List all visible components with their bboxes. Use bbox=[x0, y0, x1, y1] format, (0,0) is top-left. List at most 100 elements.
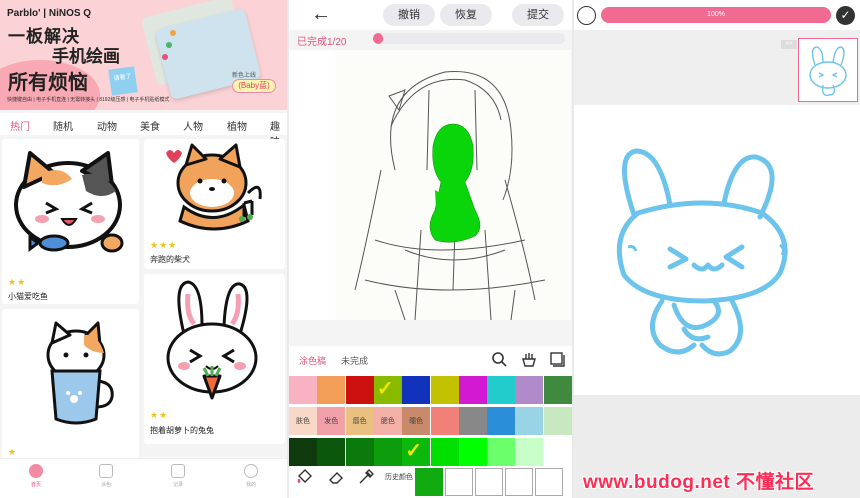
nav-coloring[interactable]: 涂色 bbox=[86, 464, 126, 488]
reference-toggle[interactable]: >> bbox=[781, 40, 797, 49]
color-swatch[interactable]: ✓ bbox=[373, 376, 402, 404]
color-swatch[interactable] bbox=[373, 438, 402, 466]
color-swatch[interactable] bbox=[543, 407, 572, 435]
category-tabs: 热门 随机 动物 美食 人物 植物 趣味 bbox=[0, 113, 287, 148]
swatch-label: 腮色 bbox=[380, 418, 395, 425]
card-caption: 抱着胡萝卜的兔兔 bbox=[150, 426, 214, 435]
drawing-canvas[interactable] bbox=[289, 50, 571, 321]
banner-features: 快捷键自由 | 电子手机直连 | 无需转接头 | 8192级压感 | 电子手机贴… bbox=[7, 97, 170, 103]
color-swatch[interactable] bbox=[543, 376, 572, 404]
nav-label: 涂色 bbox=[100, 482, 111, 488]
color-swatch[interactable] bbox=[458, 376, 487, 404]
color-swatch[interactable] bbox=[458, 407, 487, 435]
tab-random[interactable]: 随机 bbox=[53, 118, 73, 133]
fill-tool[interactable] bbox=[293, 466, 315, 488]
color-swatch[interactable] bbox=[430, 407, 459, 435]
tab-coloring-drafts[interactable]: 涂色稿 bbox=[299, 354, 326, 367]
bunny-illustration bbox=[166, 280, 258, 400]
home-icon bbox=[29, 464, 43, 478]
history-swatch[interactable] bbox=[475, 468, 503, 496]
color-swatch[interactable]: 瞳色 bbox=[402, 407, 431, 435]
card-caption: 小猫爱吃鱼 bbox=[8, 292, 48, 301]
banner-headline-3: 所有烦恼 bbox=[8, 72, 88, 94]
color-swatch[interactable]: 腮色 bbox=[373, 407, 402, 435]
rating-stars: ★★ bbox=[8, 277, 27, 287]
history-color-label: 历史颜色 bbox=[385, 468, 413, 496]
button-dot bbox=[162, 54, 168, 60]
layers-icon[interactable] bbox=[549, 351, 565, 367]
eyedropper-tool[interactable] bbox=[355, 466, 377, 488]
color-swatch[interactable]: ✓ bbox=[402, 438, 431, 466]
card-caption: 奔跑的柴犬 bbox=[150, 255, 190, 264]
reference-thumbnail[interactable] bbox=[798, 38, 858, 102]
color-swatch[interactable] bbox=[402, 376, 431, 404]
color-swatch[interactable] bbox=[487, 438, 516, 466]
tab-food[interactable]: 美食 bbox=[140, 118, 160, 133]
tab-hot[interactable]: 热门 bbox=[10, 118, 30, 133]
tab-plants[interactable]: 植物 bbox=[227, 118, 247, 133]
history-swatch[interactable] bbox=[415, 468, 443, 496]
tab-people[interactable]: 人物 bbox=[183, 118, 203, 133]
completed-count: 已完成1/20 bbox=[297, 37, 347, 48]
history-swatch[interactable] bbox=[505, 468, 533, 496]
progress-fill bbox=[373, 33, 383, 44]
bucket-icon[interactable] bbox=[521, 351, 537, 367]
document-icon bbox=[171, 464, 185, 478]
nav-profile[interactable]: 我的 bbox=[231, 464, 271, 488]
drawing-progress-bar: 100% bbox=[601, 7, 831, 23]
artwork-card[interactable]: ★★ 抱着胡萝卜的兔兔 bbox=[144, 274, 285, 444]
color-swatch[interactable] bbox=[487, 376, 516, 404]
banner-headline-2: 手机绘画 bbox=[52, 47, 120, 66]
paint-bucket-icon bbox=[297, 469, 312, 483]
bottom-nav: 首页 涂色 记录 我的 bbox=[0, 458, 287, 498]
nav-records[interactable]: 记录 bbox=[158, 464, 198, 488]
artwork-card[interactable]: ★ bbox=[2, 309, 139, 459]
selected-check-icon: ✓ bbox=[405, 440, 422, 462]
color-swatch[interactable] bbox=[289, 376, 317, 404]
drawing-board[interactable] bbox=[574, 105, 860, 395]
color-swatch[interactable] bbox=[515, 438, 544, 466]
shiba-illustration bbox=[166, 143, 262, 231]
back-circle-icon[interactable] bbox=[577, 6, 596, 25]
tab-unfinished[interactable]: 未完成 bbox=[341, 354, 368, 367]
palette-tabs: 涂色稿 未完成 bbox=[289, 346, 572, 374]
color-swatch[interactable] bbox=[515, 376, 544, 404]
artwork-card[interactable]: ★★ 小猫爱吃鱼 bbox=[2, 139, 139, 304]
color-swatch[interactable]: 肤色 bbox=[289, 407, 317, 435]
promo-banner[interactable]: Parblo' | NiNOS Q 一板解决 手机绘画 所有烦恼 请看了 快捷键… bbox=[0, 0, 287, 110]
swatch-label: 肤色 bbox=[296, 418, 310, 425]
color-swatch[interactable] bbox=[458, 438, 487, 466]
color-swatch[interactable] bbox=[289, 438, 317, 466]
undo-button[interactable]: 撤销 bbox=[383, 4, 435, 26]
color-swatch[interactable]: 发色 bbox=[317, 407, 346, 435]
history-swatch[interactable] bbox=[535, 468, 563, 496]
color-swatch[interactable] bbox=[515, 407, 544, 435]
profile-icon bbox=[244, 464, 258, 478]
color-swatch[interactable] bbox=[317, 438, 346, 466]
banner-baby-blue: (Baby蓝) bbox=[232, 79, 276, 93]
checkmark-icon[interactable]: ✓ bbox=[836, 6, 855, 25]
swatch-label: 发色 bbox=[324, 418, 339, 425]
history-swatch[interactable] bbox=[445, 468, 473, 496]
color-swatch[interactable] bbox=[430, 438, 459, 466]
reference-bunny bbox=[809, 46, 847, 96]
color-swatch[interactable] bbox=[543, 438, 572, 466]
submit-button[interactable]: 提交 bbox=[512, 4, 564, 26]
search-icon[interactable] bbox=[491, 351, 507, 367]
history-label-text: 历史颜色 bbox=[385, 474, 413, 481]
nav-label: 记录 bbox=[172, 482, 183, 488]
color-swatch[interactable] bbox=[345, 438, 374, 466]
watermark: www.budog.net 不懂社区 bbox=[583, 472, 814, 493]
color-swatch[interactable] bbox=[430, 376, 459, 404]
color-swatch[interactable]: 唇色 bbox=[345, 407, 374, 435]
nav-home[interactable]: 首页 bbox=[16, 464, 56, 488]
color-swatch[interactable] bbox=[487, 407, 516, 435]
color-swatch[interactable] bbox=[317, 376, 346, 404]
artwork-card[interactable]: ★★★ 奔跑的柴犬 bbox=[144, 139, 285, 269]
eraser-tool[interactable] bbox=[325, 466, 347, 488]
redo-button[interactable]: 恢复 bbox=[440, 4, 492, 26]
back-arrow-icon[interactable]: ← bbox=[311, 4, 331, 24]
tab-animals[interactable]: 动物 bbox=[97, 118, 117, 133]
color-swatch[interactable] bbox=[345, 376, 374, 404]
banner-brand: Parblo' | NiNOS Q bbox=[7, 8, 92, 19]
